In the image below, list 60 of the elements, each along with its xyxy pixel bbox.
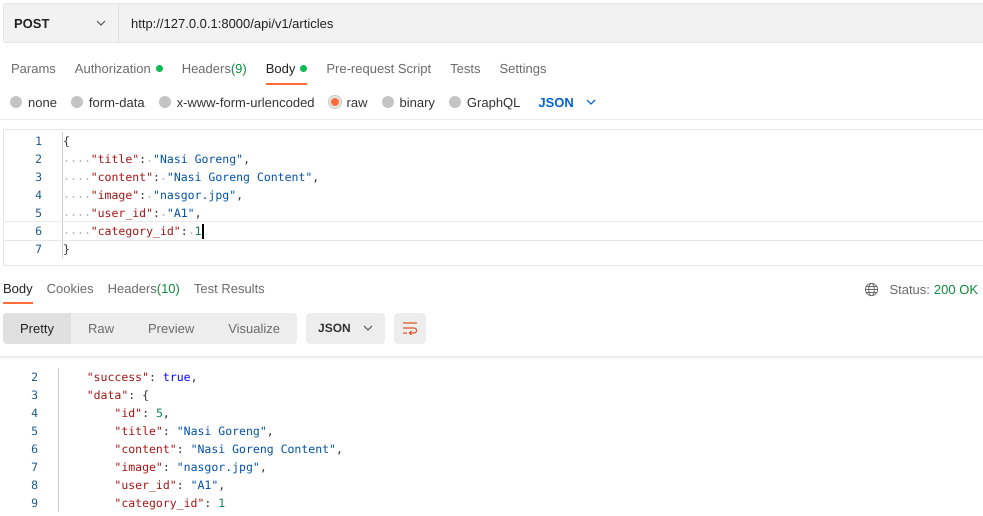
globe-icon[interactable] (864, 282, 880, 296)
code-line: "content": "Nasi Goreng Content", (62, 168, 320, 186)
line-number: 5 (34, 206, 43, 220)
view-mode-tab[interactable]: Visualize (211, 312, 298, 344)
view-mode-tab[interactable]: Preview (130, 312, 212, 344)
line-number: 3 (34, 170, 43, 184)
code-line: "user_id": "A1", (58, 476, 226, 494)
line-number: 7 (34, 242, 43, 256)
line-number: 5 (30, 424, 39, 438)
body-type-radio[interactable]: binary (382, 94, 435, 110)
request-tab[interactable]: Settings (499, 53, 546, 85)
chevron-down-icon (362, 325, 373, 331)
code-line: "title": "Nasi Goreng", (62, 150, 250, 168)
status-value: 200 OK (934, 282, 978, 296)
code-line: "category_id": 1 (62, 222, 204, 240)
response-tab[interactable]: Headers(10) (108, 274, 180, 304)
line-number: 9 (30, 496, 39, 510)
request-body-editor[interactable]: 1 { 2 "title": "Nasi Goreng", 3 "content": "Nasi Goreng Content", 4 "image": "nasgor.jpg", 5 "user_id": "A1", 6 "category_id": 1 7 } (3, 129, 983, 266)
line-number: 6 (30, 442, 39, 456)
code-line: "data": { (58, 386, 150, 404)
line-number: 1 (34, 134, 43, 148)
request-tab[interactable]: Tests (450, 53, 480, 85)
code-line: { (62, 132, 70, 150)
format-dropdown[interactable]: JSON (306, 312, 385, 344)
line-number: 7 (30, 460, 39, 474)
chevron-down-icon (586, 99, 596, 105)
code-line: "success": true, (58, 368, 198, 386)
line-number: 2 (30, 370, 39, 384)
code-line: "category_id": 1 (58, 494, 226, 512)
code-line: "image": "nasgor.jpg", (58, 458, 267, 476)
code-line: } (62, 240, 70, 258)
request-tab[interactable]: Headers(9) (182, 53, 247, 85)
body-type-radio[interactable]: none (10, 94, 57, 110)
line-number: 2 (34, 152, 43, 166)
body-type-radio[interactable]: raw (328, 94, 368, 110)
code-line: "image": "nasgor.jpg", (62, 186, 244, 204)
wrap-lines-icon (402, 321, 418, 335)
line-number: 3 (30, 388, 39, 402)
request-tab[interactable]: Params (11, 53, 56, 85)
code-line: "id": 5, (58, 404, 170, 422)
code-line: "title": "Nasi Goreng", (58, 422, 274, 440)
wrap-lines-button[interactable] (394, 312, 426, 344)
body-type-radio[interactable]: x-www-form-urlencoded (158, 94, 315, 110)
line-number: 8 (30, 478, 39, 492)
line-number: 4 (30, 406, 39, 420)
body-type-radio[interactable]: form-data (70, 94, 145, 110)
line-number: 6 (34, 224, 43, 238)
view-mode-tab[interactable]: Pretty (3, 312, 71, 344)
response-tab[interactable]: Body (3, 274, 33, 304)
request-tab[interactable]: Authorization (74, 53, 163, 85)
response-tab[interactable]: Cookies (46, 274, 94, 304)
body-type-radio[interactable]: GraphQL (448, 94, 520, 110)
code-line: "content": "Nasi Goreng Content", (58, 440, 343, 458)
format-dropdown[interactable]: JSON (534, 94, 600, 110)
request-tab[interactable]: Pre-request Script (326, 53, 432, 85)
response-tab[interactable]: Test Results (194, 274, 265, 304)
status-label: Status: (889, 282, 930, 296)
view-mode-tab[interactable]: Raw (70, 312, 131, 344)
line-number: 4 (34, 188, 43, 202)
request-tab[interactable]: Body (266, 53, 308, 85)
